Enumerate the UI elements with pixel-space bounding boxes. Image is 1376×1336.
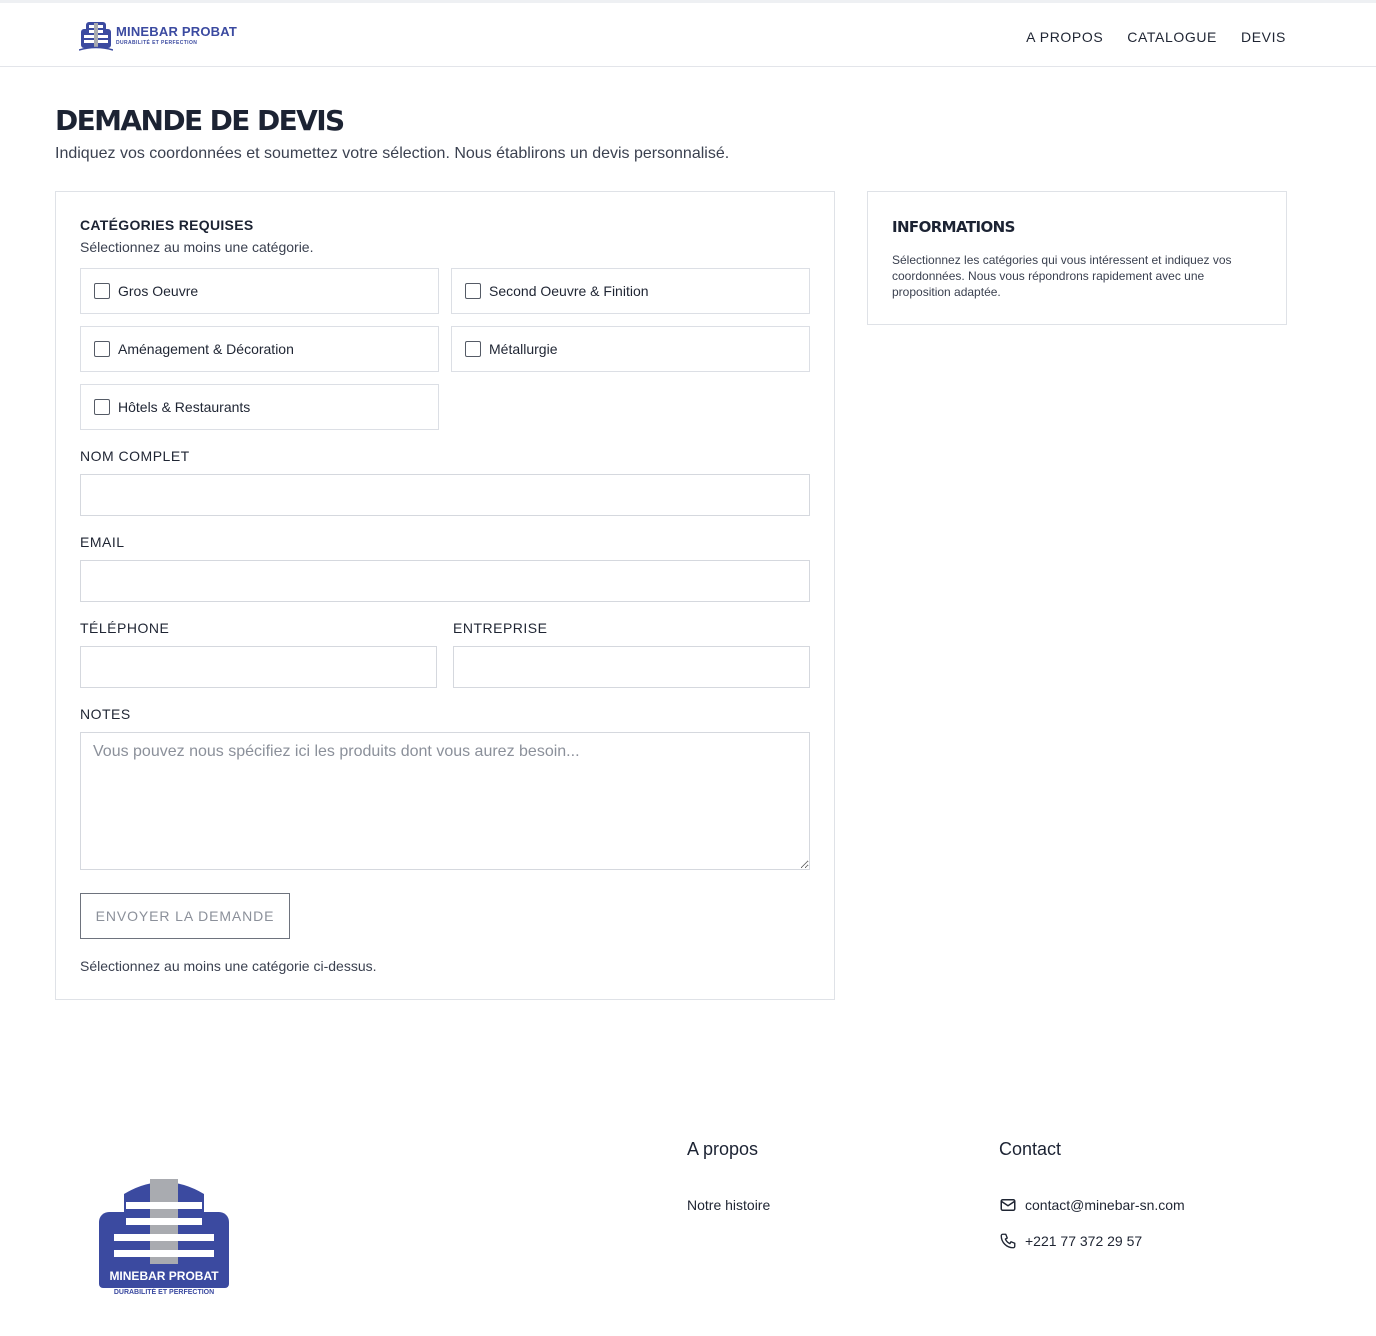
email-field[interactable] xyxy=(80,560,810,602)
checkbox[interactable] xyxy=(94,341,110,357)
checkbox[interactable] xyxy=(94,283,110,299)
checkbox[interactable] xyxy=(465,341,481,357)
header-logo[interactable]: MINEBAR PROBAT DURABILITÉ ET PERFECTION xyxy=(79,19,239,53)
category-label: Métallurgie xyxy=(489,341,558,357)
category-amenagement[interactable]: Aménagement & Décoration xyxy=(80,326,439,372)
checkbox[interactable] xyxy=(94,399,110,415)
info-card: INFORMATIONS Sélectionnez les catégories… xyxy=(867,191,1287,325)
notes-field[interactable] xyxy=(80,732,810,870)
page-title: DEMANDE DE DEVIS xyxy=(55,104,345,137)
submit-button[interactable]: ENVOYER LA DEMANDE xyxy=(80,893,290,939)
company-field[interactable] xyxy=(453,646,810,688)
phone-field[interactable] xyxy=(80,646,437,688)
footer-link-notre-histoire[interactable]: Notre histoire xyxy=(687,1197,770,1213)
category-label: Hôtels & Restaurants xyxy=(118,399,251,415)
name-field[interactable] xyxy=(80,474,810,516)
logo-name: MINEBAR PROBAT xyxy=(116,24,237,39)
footer-logo-tagline: DURABILITÉ ET PERFECTION xyxy=(114,1287,214,1296)
phone-label: TÉLÉPHONE xyxy=(80,620,170,636)
company-label: ENTREPRISE xyxy=(453,620,548,636)
categories-subtitle: Sélectionnez au moins une catégorie. xyxy=(80,239,314,255)
checkbox[interactable] xyxy=(465,283,481,299)
footer-logo-name: MINEBAR PROBAT xyxy=(109,1269,219,1283)
category-metallurgie[interactable]: Métallurgie xyxy=(451,326,810,372)
site-header: MINEBAR PROBAT DURABILITÉ ET PERFECTION … xyxy=(0,0,1376,67)
building-logo-icon: MINEBAR PROBAT DURABILITÉ ET PERFECTION xyxy=(99,1179,229,1296)
info-title: INFORMATIONS xyxy=(892,218,1015,236)
nav-item-devis[interactable]: DEVIS xyxy=(1241,29,1286,45)
notes-label: NOTES xyxy=(80,706,131,722)
quote-form: CATÉGORIES REQUISES Sélectionnez au moin… xyxy=(55,191,835,1000)
name-label: NOM COMPLET xyxy=(80,448,190,464)
logo-tagline: DURABILITÉ ET PERFECTION xyxy=(116,40,198,46)
nav-item-a-propos[interactable]: A PROPOS xyxy=(1026,29,1103,45)
category-label: Aménagement & Décoration xyxy=(118,341,294,357)
main-nav: A PROPOS CATALOGUE DEVIS xyxy=(1026,29,1286,45)
nav-item-catalogue[interactable]: CATALOGUE xyxy=(1127,29,1217,45)
category-hotels-restaurants[interactable]: Hôtels & Restaurants xyxy=(80,384,439,430)
footer-email-text: contact@minebar-sn.com xyxy=(1025,1197,1185,1213)
footer-contact-title: Contact xyxy=(999,1139,1062,1159)
email-label: EMAIL xyxy=(80,534,125,550)
footer-phone[interactable]: +221 77 372 29 57 xyxy=(999,1232,1142,1250)
page-subtitle: Indiquez vos coordonnées et soumettez vo… xyxy=(55,145,730,162)
mail-icon xyxy=(1000,1199,1016,1211)
footer-phone-text: +221 77 372 29 57 xyxy=(1025,1233,1143,1249)
category-label: Second Oeuvre & Finition xyxy=(489,283,649,299)
form-hint: Sélectionnez au moins une catégorie ci-d… xyxy=(80,958,377,974)
footer-logo[interactable]: MINEBAR PROBAT DURABILITÉ ET PERFECTION xyxy=(96,1176,232,1300)
category-label: Gros Oeuvre xyxy=(118,283,199,299)
category-second-oeuvre[interactable]: Second Oeuvre & Finition xyxy=(451,268,810,314)
building-logo-icon xyxy=(79,22,113,51)
footer-about-title: A propos xyxy=(687,1139,759,1159)
footer-email[interactable]: contact@minebar-sn.com xyxy=(999,1196,1185,1214)
phone-icon xyxy=(1000,1233,1016,1249)
categories-title: CATÉGORIES REQUISES xyxy=(80,217,254,233)
category-gros-oeuvre[interactable]: Gros Oeuvre xyxy=(80,268,439,314)
info-text: Sélectionnez les catégories qui vous int… xyxy=(892,253,1232,299)
